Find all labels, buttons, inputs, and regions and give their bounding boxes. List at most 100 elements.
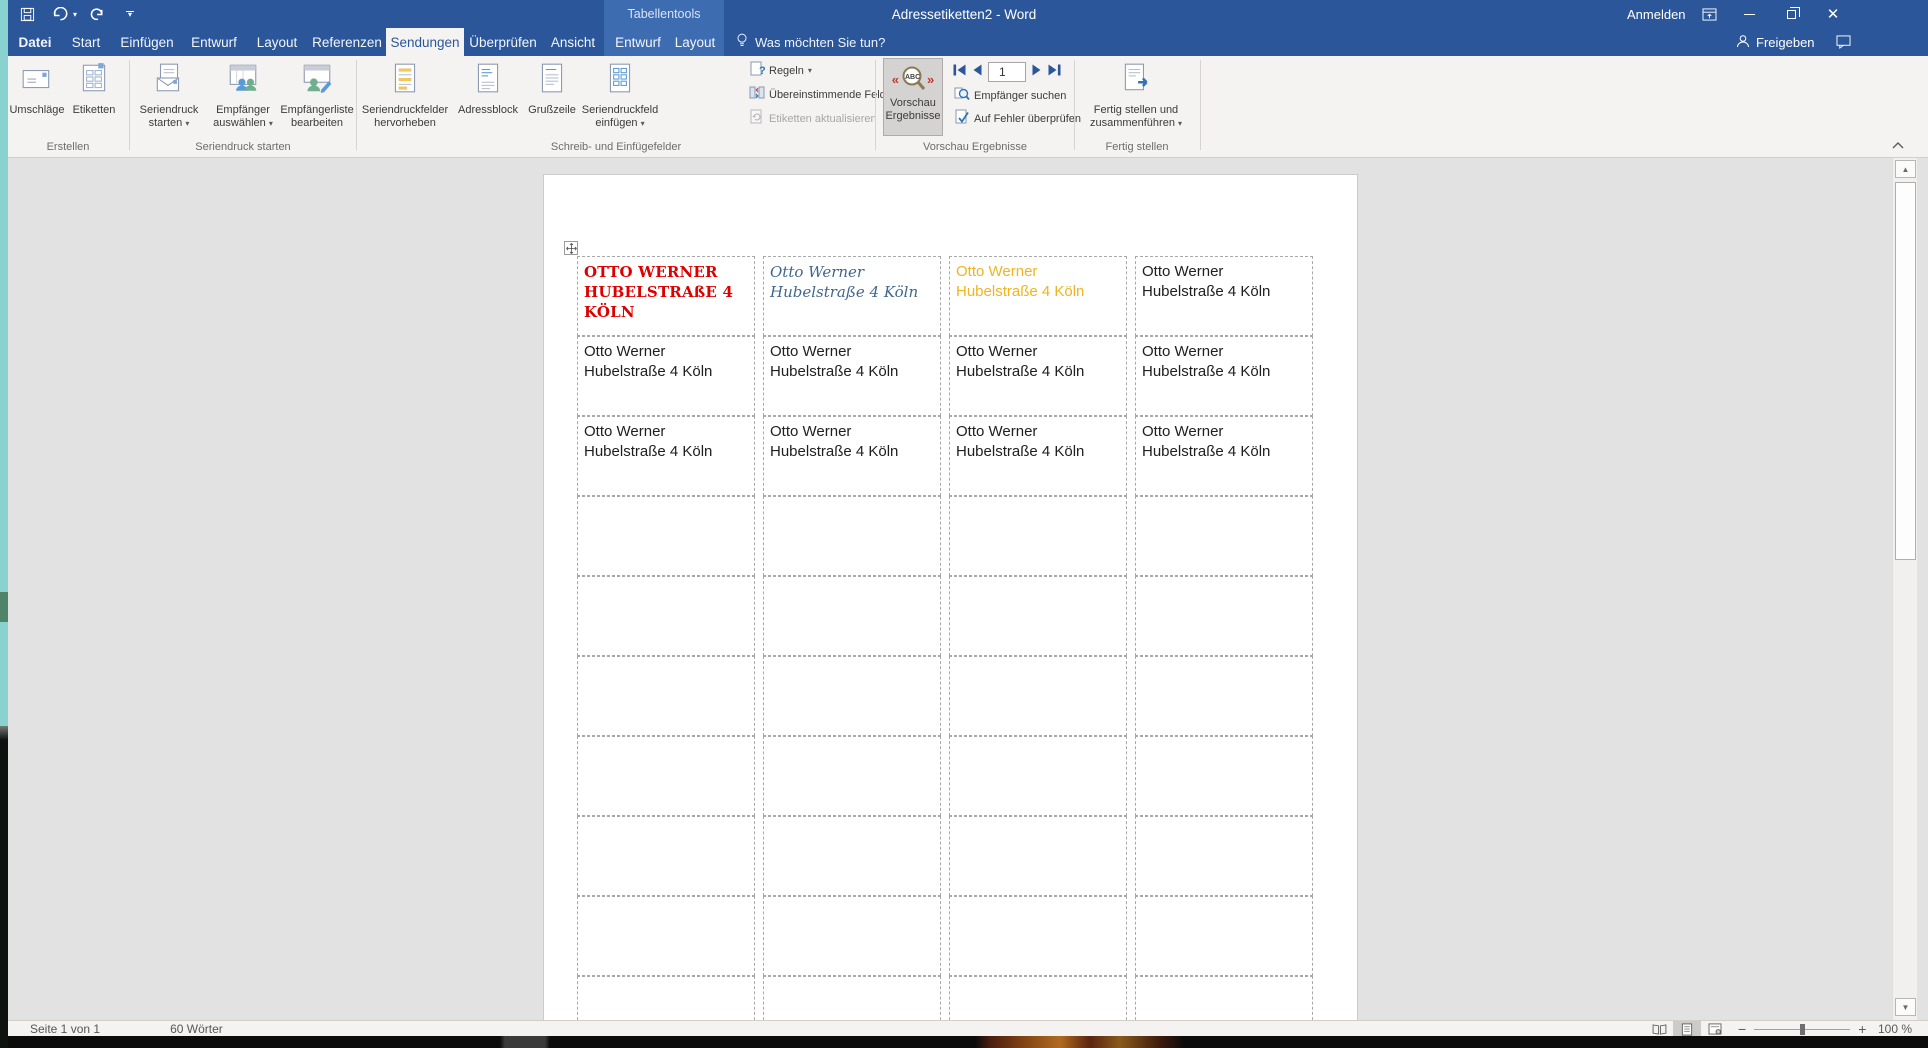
label-cell-plain[interactable]: Otto Werner Hubelstraße 4 Köln [949, 336, 1127, 416]
label-cell-empty[interactable] [763, 976, 941, 1020]
label-cell-blue-script[interactable]: Otto Werner Hubelstraße 4 Köln [763, 256, 941, 336]
close-icon[interactable]: ✕ [1816, 0, 1850, 28]
label-cell-empty[interactable] [1135, 656, 1313, 736]
label-cell-plain[interactable]: Otto Werner Hubelstraße 4 Köln [763, 416, 941, 496]
vertical-scrollbar[interactable]: ▲ ▼ [1892, 158, 1917, 1020]
label-cell-empty[interactable] [949, 496, 1127, 576]
label-cell-plain[interactable]: Otto Werner Hubelstraße 4 Köln [1135, 256, 1313, 336]
label-cell-plain[interactable]: Otto Werner Hubelstraße 4 Köln [577, 336, 755, 416]
label-cell-empty[interactable] [763, 896, 941, 976]
uebereinstimmende-felder-button[interactable]: Übereinstimmende Felder festlegen [746, 84, 872, 105]
scrollbar-thumb[interactable] [1895, 182, 1916, 560]
empfaengerliste-bearbeiten-button[interactable]: Empfängerlistebearbeiten [279, 58, 355, 134]
tab-layout[interactable]: Layout [246, 28, 308, 56]
seriendruck-starten-button[interactable]: Seriendruckstarten ▾ [131, 58, 207, 134]
label-cell-empty[interactable] [949, 576, 1127, 656]
tab-start[interactable]: Start [60, 28, 112, 56]
label-cell-empty[interactable] [949, 816, 1127, 896]
zoom-percentage[interactable]: 100 % [1878, 1021, 1912, 1037]
grusszeile-button[interactable]: Grußzeile [524, 58, 580, 134]
collapse-ribbon-icon[interactable] [1888, 138, 1908, 152]
label-cell-empty[interactable] [763, 736, 941, 816]
umschlaege-button[interactable]: Umschläge [8, 58, 66, 134]
print-layout-icon[interactable] [1673, 1021, 1701, 1037]
record-number-input[interactable]: 1 [988, 62, 1026, 82]
label-cell-red-caps[interactable]: OTTO WERNER HUBELSTRAßE 4 KÖLN [577, 256, 755, 336]
label-cell-empty[interactable] [949, 656, 1127, 736]
tab-referenzen[interactable]: Referenzen [308, 28, 386, 56]
undo-icon[interactable] [48, 3, 70, 25]
label-cell-empty[interactable] [577, 496, 755, 576]
fertig-stellen-zusammenfuehren-button[interactable]: Fertig stellen undzusammenführen ▾ [1080, 58, 1192, 134]
last-record-icon[interactable] [1048, 63, 1061, 81]
zoom-slider[interactable] [1754, 1029, 1850, 1030]
table-move-handle[interactable] [564, 241, 578, 255]
tab-einfuegen[interactable]: Einfügen [112, 28, 182, 56]
tab-ansicht[interactable]: Ansicht [542, 28, 604, 56]
share-button[interactable]: Freigeben [1736, 28, 1815, 56]
tell-me-box[interactable]: Was möchten Sie tun? [736, 28, 885, 56]
tab-datei[interactable]: Datei [10, 28, 60, 56]
label-cell-empty[interactable] [1135, 976, 1313, 1020]
first-record-icon[interactable] [953, 63, 966, 81]
restore-icon[interactable] [1774, 0, 1808, 28]
label-cell-empty[interactable] [1135, 816, 1313, 896]
auf-fehler-ueberpruefen-button[interactable]: Auf Fehler überprüfen [951, 108, 1084, 129]
web-layout-icon[interactable] [1701, 1021, 1729, 1037]
scroll-up-icon[interactable]: ▲ [1895, 160, 1916, 178]
label-cell-plain[interactable]: Otto Werner Hubelstraße 4 Köln [1135, 336, 1313, 416]
label-cell-empty[interactable] [763, 656, 941, 736]
undo-dropdown-icon[interactable]: ▾ [73, 10, 77, 19]
label-cell-gold[interactable]: Otto Werner Hubelstraße 4 Köln [949, 256, 1127, 336]
label-cell-empty[interactable] [949, 736, 1127, 816]
tab-ueberpruefen[interactable]: Überprüfen [464, 28, 542, 56]
label-cell-empty[interactable] [763, 576, 941, 656]
label-cell-empty[interactable] [577, 976, 755, 1020]
label-cell-empty[interactable] [577, 656, 755, 736]
label-cell-empty[interactable] [577, 576, 755, 656]
tab-sendungen-active[interactable]: Sendungen [386, 28, 464, 56]
vorschau-ergebnisse-toggle[interactable]: « ABC » VorschauErgebnisse [883, 58, 943, 136]
label-cell-plain[interactable]: Otto Werner Hubelstraße 4 Köln [1135, 416, 1313, 496]
regeln-button[interactable]: ? Regeln ▾ [746, 60, 872, 81]
redo-icon[interactable] [87, 3, 109, 25]
label-cell-empty[interactable] [1135, 736, 1313, 816]
tab-entwurf[interactable]: Entwurf [182, 28, 246, 56]
tab-tabellentools-layout[interactable]: Layout [668, 28, 722, 56]
empfaenger-suchen-button[interactable]: Empfänger suchen [951, 85, 1069, 106]
label-cell-empty[interactable] [763, 816, 941, 896]
label-cell-empty[interactable] [1135, 896, 1313, 976]
zoom-out-icon[interactable]: − [1738, 1021, 1746, 1037]
save-icon[interactable] [16, 3, 38, 25]
zoom-in-icon[interactable]: + [1858, 1021, 1866, 1037]
label-cell-empty[interactable] [577, 816, 755, 896]
seriendruckfeld-einfuegen-button[interactable]: Seriendruckfeldeinfügen ▾ [580, 58, 660, 134]
tab-tabellentools-entwurf[interactable]: Entwurf [608, 28, 668, 56]
label-cell-empty[interactable] [1135, 496, 1313, 576]
page-indicator[interactable]: Seite 1 von 1 [30, 1022, 100, 1036]
scroll-down-icon[interactable]: ▼ [1895, 998, 1916, 1016]
label-cell-empty[interactable] [949, 896, 1127, 976]
signin-button[interactable]: Anmelden [1627, 0, 1686, 28]
label-cell-plain[interactable]: Otto Werner Hubelstraße 4 Köln [949, 416, 1127, 496]
label-cell-empty[interactable] [577, 736, 755, 816]
ribbon-display-options-icon[interactable] [1692, 0, 1726, 28]
label-cell-empty[interactable] [1135, 576, 1313, 656]
next-record-icon[interactable] [1032, 63, 1042, 81]
comments-icon[interactable] [1828, 28, 1858, 56]
previous-record-icon[interactable] [972, 63, 982, 81]
label-cell-plain[interactable]: Otto Werner Hubelstraße 4 Köln [763, 336, 941, 416]
label-cell-empty[interactable] [949, 976, 1127, 1020]
minimize-icon[interactable] [1732, 0, 1766, 28]
seriendruckfelder-hervorheben-button[interactable]: Seriendruckfelderhervorheben [358, 58, 452, 134]
etiketten-button[interactable]: Etiketten [66, 58, 122, 134]
adressblock-button[interactable]: Adressblock [452, 58, 524, 134]
word-count[interactable]: 60 Wörter [170, 1022, 223, 1036]
label-cell-plain[interactable]: Otto Werner Hubelstraße 4 Köln [577, 416, 755, 496]
customize-quick-access-icon[interactable]: ▾ [119, 3, 141, 25]
label-cell-empty[interactable] [577, 896, 755, 976]
read-mode-icon[interactable] [1645, 1021, 1673, 1037]
label-cell-empty[interactable] [763, 496, 941, 576]
empfaenger-auswaehlen-button[interactable]: Empfängerauswählen ▾ [207, 58, 279, 134]
zoom-slider-thumb[interactable] [1800, 1024, 1805, 1035]
